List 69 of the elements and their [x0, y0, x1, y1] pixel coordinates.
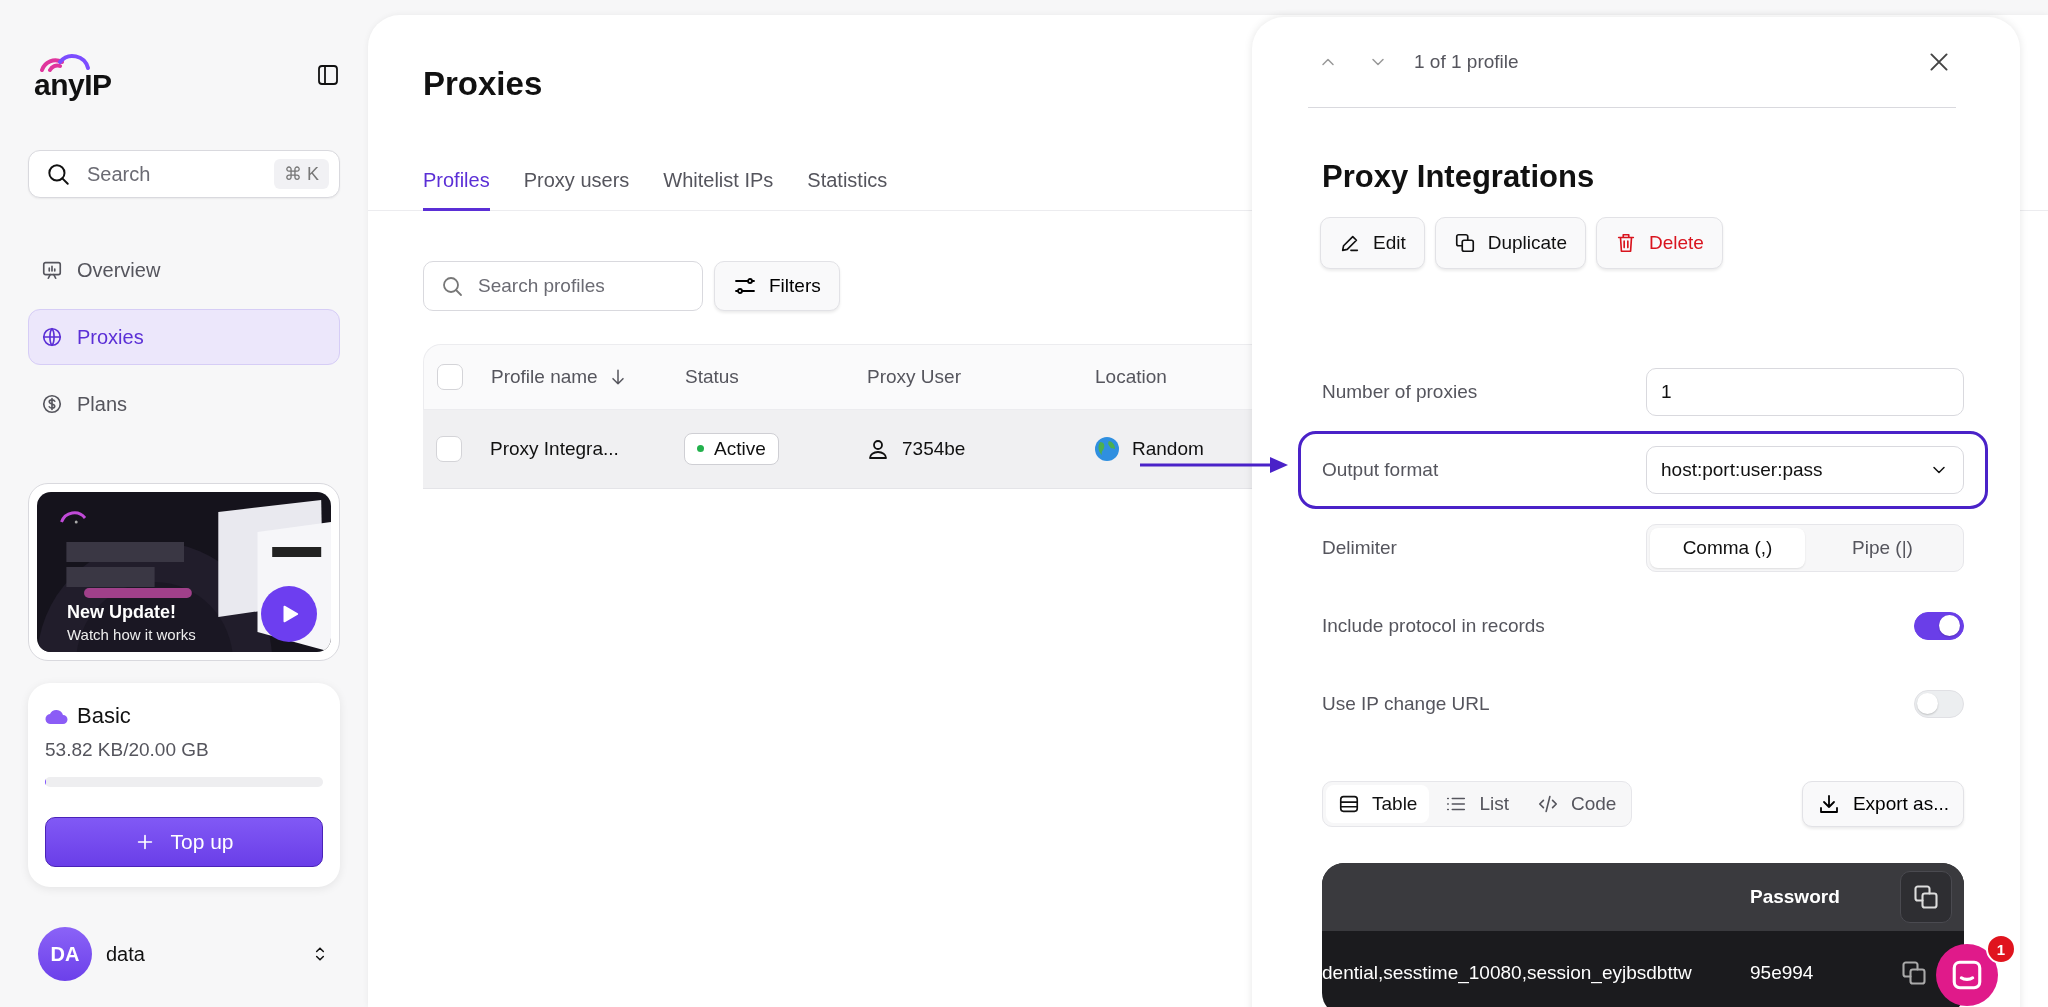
table-row[interactable]: Proxy Integra... Active 7354be Random	[423, 409, 1252, 489]
video-card[interactable]: New Update! Watch how it works	[28, 483, 340, 661]
view-tab[interactable]: Code	[1525, 785, 1629, 823]
chart-icon	[41, 259, 63, 281]
sidebar-toggle-icon	[316, 63, 340, 87]
search-field[interactable]: Search profiles	[423, 260, 703, 311]
column-header: Location	[1095, 365, 1168, 388]
column-header[interactable]: Profile name	[491, 365, 598, 388]
promo-subtitle: Watch how it works	[67, 626, 196, 643]
checkbox[interactable]	[436, 435, 462, 462]
user-avatar[interactable]: DA	[38, 927, 92, 981]
plan-name: Basic	[77, 703, 131, 729]
field-label: Number of proxies	[1322, 381, 1479, 403]
dollar-icon	[41, 393, 63, 415]
dropdown[interactable]: host:port:user:pass	[1646, 446, 1964, 494]
checkbox[interactable]	[437, 363, 463, 390]
column-header: Status	[685, 365, 740, 388]
edit-button[interactable]: Edit	[1320, 217, 1425, 269]
page-title: Proxies	[423, 65, 544, 103]
table-cell: Random	[1132, 437, 1204, 460]
profile-counter: 1 of 1 profile	[1414, 51, 1520, 73]
delete-button[interactable]: Delete	[1595, 217, 1723, 269]
segment-option[interactable]: Comma (,)	[1650, 528, 1805, 568]
globe-icon	[41, 326, 63, 348]
table-cell-text: Proxy Integra...	[490, 437, 620, 460]
promo-title: New Update!	[67, 602, 176, 623]
tab[interactable]: Statistics	[807, 169, 888, 211]
copy-icon	[1900, 959, 1928, 987]
copy-button[interactable]	[1900, 959, 1928, 987]
user-name: data	[106, 942, 146, 966]
filters-button[interactable]: Filters	[714, 260, 840, 311]
column-header: Password	[1750, 886, 1841, 908]
shortcut-hint: ⌘ K	[274, 159, 329, 189]
duplicate-button[interactable]: Duplicate	[1434, 217, 1586, 269]
view-tab[interactable]: List	[1433, 785, 1521, 823]
panel-title: Proxy Integrations	[1322, 159, 1596, 195]
search-field[interactable]: Search ⌘ K	[28, 150, 340, 198]
status-badge: Active	[684, 432, 779, 465]
search-input[interactable]: Search	[85, 161, 260, 187]
tab[interactable]: Proxy users	[523, 169, 630, 211]
chat-bubble-icon	[1950, 958, 1984, 992]
export-button[interactable]: Export as...	[1801, 781, 1964, 827]
copy-button[interactable]	[1900, 871, 1952, 923]
toggle-switch[interactable]	[1914, 612, 1964, 640]
table-cell-text: dential,sesstime_10080,session_eyjbsdbttw	[1322, 962, 1693, 984]
field-label: Use IP change URL	[1322, 693, 1491, 715]
field-label: Delimiter	[1322, 537, 1398, 559]
sidebar-item[interactable]: Overview	[28, 242, 340, 298]
table-cell-text: 95e994	[1750, 962, 1815, 984]
top-up-button[interactable]: Top up	[45, 817, 323, 867]
sidebar-item[interactable]: Proxies	[28, 309, 340, 365]
globe-icon	[1094, 435, 1120, 462]
input-field[interactable]: 1	[1646, 368, 1964, 416]
code-icon	[1537, 793, 1559, 815]
copy-icon	[1453, 232, 1476, 254]
search-icon	[45, 161, 71, 187]
tab[interactable]: Profiles	[423, 169, 490, 211]
sidebar-item[interactable]: Plans	[28, 376, 340, 432]
column-header: Proxy User	[867, 365, 962, 388]
table-cell: 7354be	[902, 437, 966, 460]
segment-option[interactable]: Pipe (|)	[1805, 528, 1960, 568]
usage-text: 53.82 KB/20.00 GB	[45, 739, 210, 761]
cloud-icon	[45, 707, 69, 725]
copy-icon	[1912, 883, 1940, 911]
field-label: Include protocol in records	[1322, 615, 1546, 637]
table-icon	[1338, 793, 1360, 815]
tab[interactable]: Whitelist IPs	[663, 169, 774, 211]
field-label: Output format	[1322, 459, 1440, 481]
view-tab[interactable]: Table	[1326, 785, 1430, 823]
